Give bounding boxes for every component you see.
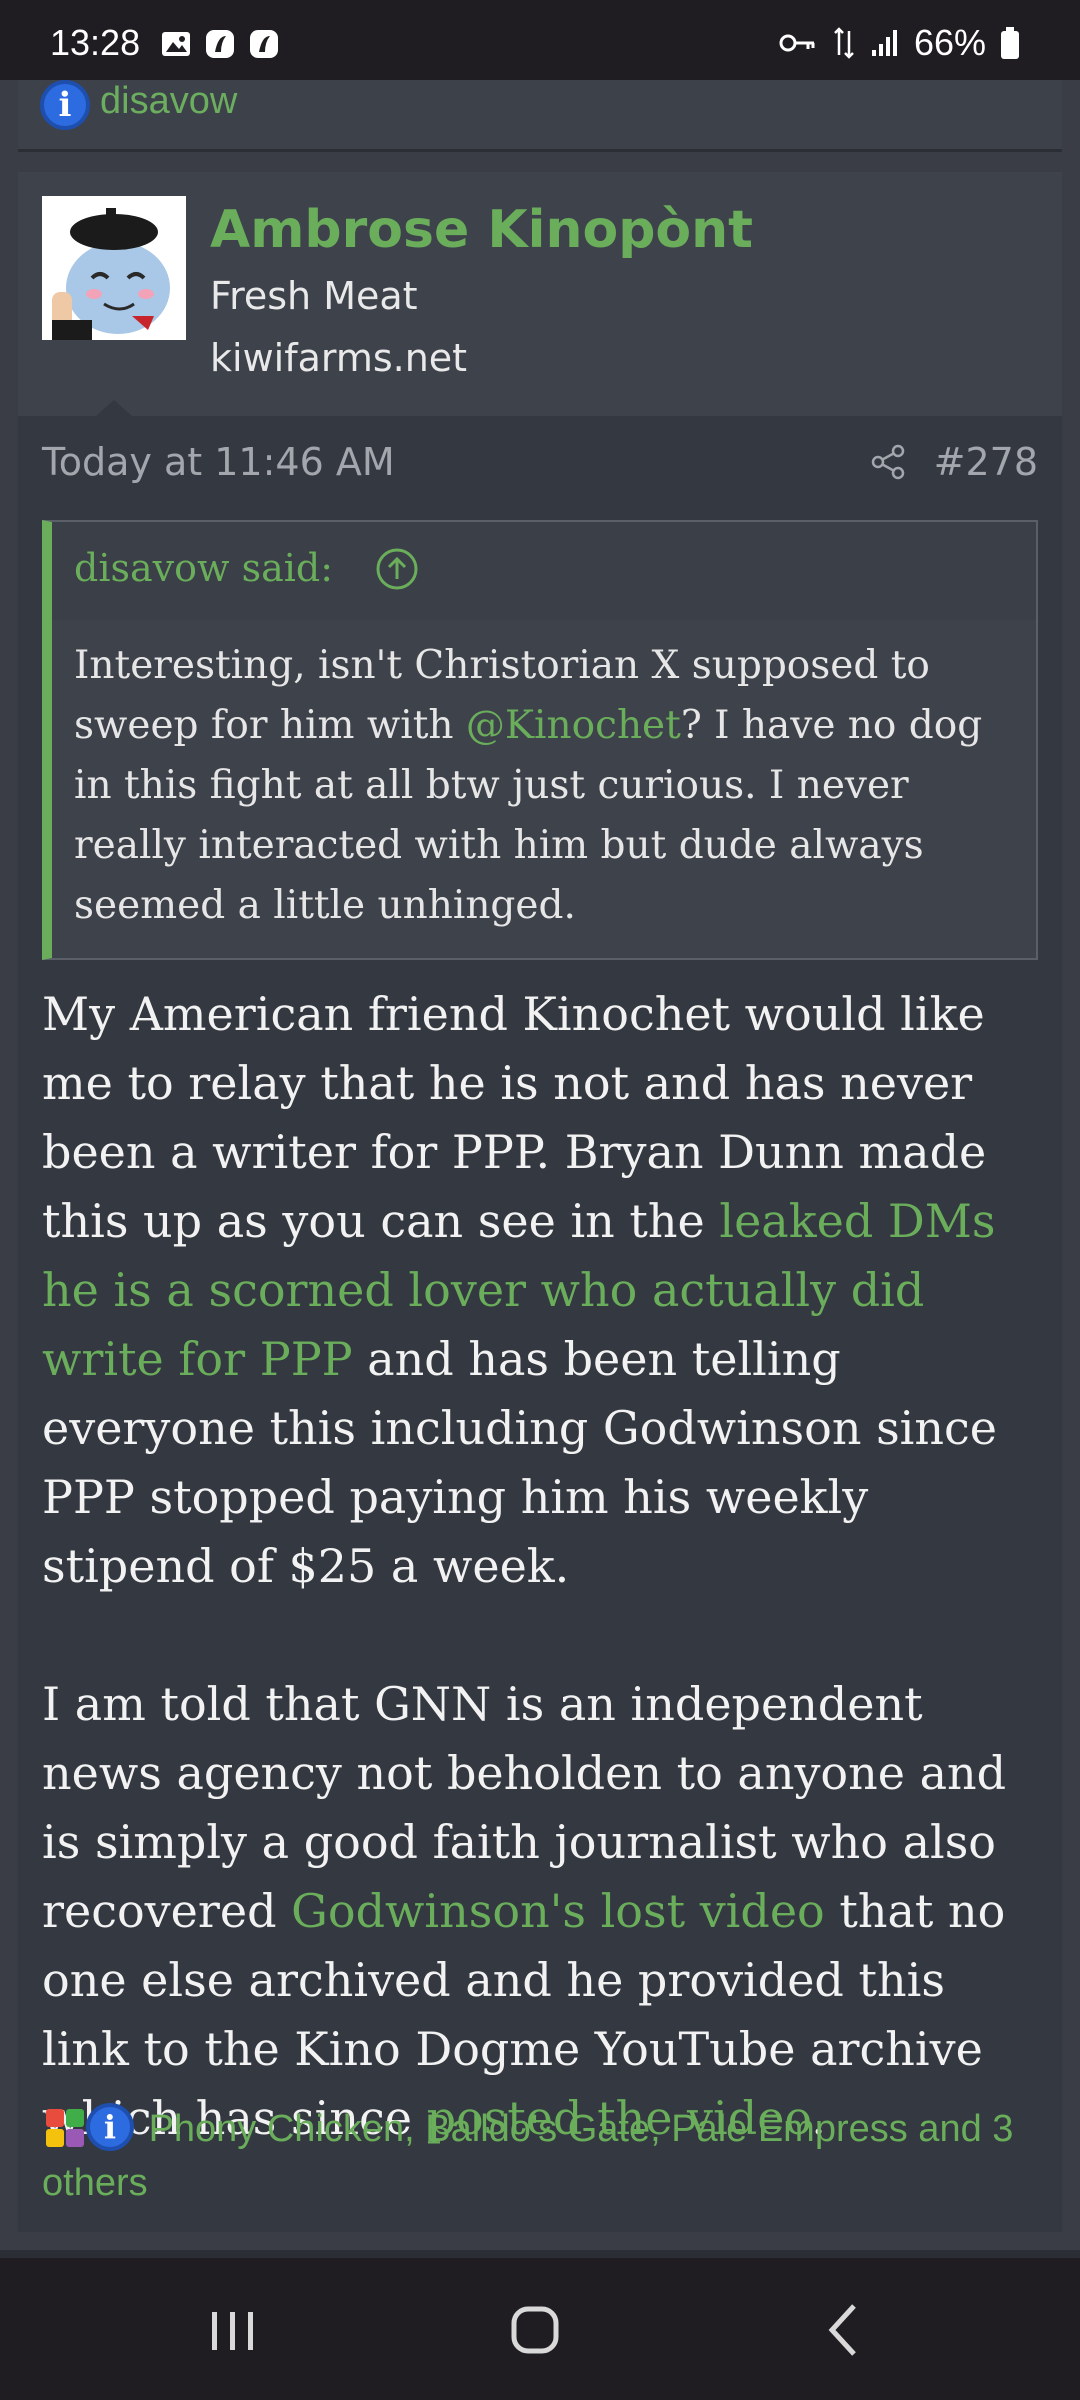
info-reaction-icon: i	[86, 2103, 134, 2151]
quote-attribution[interactable]: disavow said:	[74, 546, 333, 590]
arrow-up-circle-icon[interactable]	[374, 546, 420, 592]
puzzle-reaction-icon	[46, 2109, 84, 2147]
home-icon[interactable]	[500, 2298, 570, 2362]
post-body: My American friend Kinochet would like m…	[42, 980, 1042, 2222]
user-title: Fresh Meat	[210, 274, 418, 318]
forum-post: Ambrose Kinopònt Fresh Meat kiwifarms.ne…	[18, 172, 1062, 2232]
reaction-users-link[interactable]: Phony Chicken, Balldo's Gate, Pale Empre…	[42, 2108, 1013, 2204]
post-date[interactable]: Today at 11:46 AM	[42, 440, 395, 484]
app-icon	[206, 30, 234, 58]
quote-header: disavow said:	[52, 522, 1036, 620]
status-bar: 13:28 66%	[0, 0, 1080, 80]
avatar-image	[42, 196, 186, 340]
info-reaction-icon: i	[40, 80, 90, 130]
system-nav-bar	[0, 2258, 1080, 2400]
header-pointer	[96, 400, 132, 416]
image-icon	[162, 32, 190, 56]
user-mention-link[interactable]: @Kinochet	[466, 703, 681, 748]
status-time: 13:28	[50, 22, 141, 63]
post-author-name[interactable]: Ambrose Kinopònt	[210, 200, 753, 260]
notification-icons	[160, 28, 280, 60]
app-icon	[250, 30, 278, 58]
share-icon[interactable]	[868, 442, 908, 482]
reaction-icons: i	[42, 2103, 138, 2151]
status-right: 66%	[778, 22, 1020, 64]
lost-video-link[interactable]: Godwinson's lost video	[291, 1884, 825, 1938]
battery-percent: 66%	[913, 22, 986, 63]
back-icon[interactable]	[808, 2298, 878, 2362]
recent-apps-icon[interactable]	[198, 2298, 268, 2362]
reactions-bar: i Phony Chicken, Balldo's Gate, Pale Emp…	[42, 2102, 1052, 2210]
data-arrows-icon	[834, 27, 854, 59]
user-site: kiwifarms.net	[210, 336, 468, 380]
post-number[interactable]: #278	[934, 440, 1038, 484]
vpn-key-icon	[779, 34, 815, 52]
quote-text: Interesting, isn't Christorian X suppose…	[74, 636, 1024, 936]
post-paragraph: My American friend Kinochet would like m…	[42, 980, 1042, 1601]
page-divider	[0, 2250, 1080, 2258]
previous-reaction-list[interactable]: disavow	[100, 80, 237, 123]
post-header: Ambrose Kinopònt Fresh Meat kiwifarms.ne…	[18, 172, 1062, 416]
battery-icon	[1001, 27, 1019, 59]
previous-post-footer: i disavow	[18, 80, 1062, 152]
signal-icon	[871, 30, 897, 56]
avatar[interactable]	[42, 196, 186, 340]
quote-block: disavow said: Interesting, isn't Christo…	[42, 520, 1038, 960]
post-paragraph: I am told that GNN is an independent new…	[42, 1670, 1042, 2153]
